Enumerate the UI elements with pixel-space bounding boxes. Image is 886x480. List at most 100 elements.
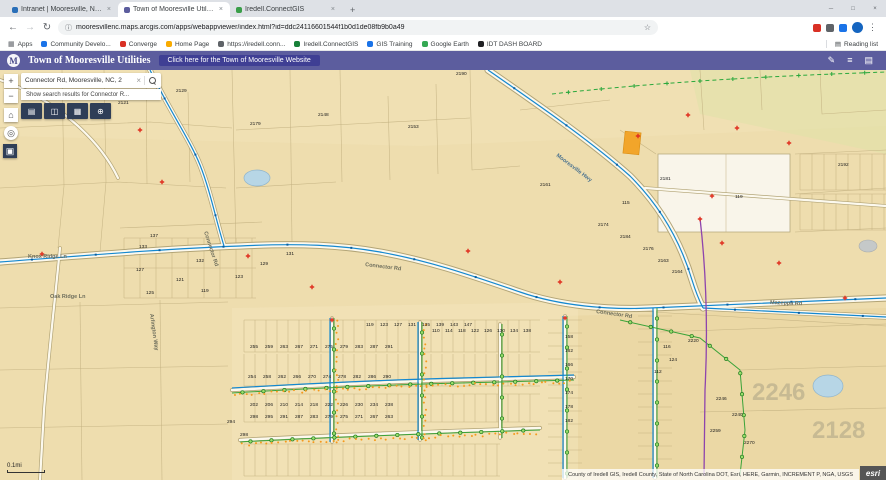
tab-close-icon[interactable]: × [218,6,224,13]
reading-list-icon: ▤ [835,40,841,48]
bookmark-item[interactable]: GIS Training [367,41,412,48]
parcel-number: 115 [622,200,630,206]
bookmark-label: Community Develo... [50,41,110,48]
measure-icon[interactable]: ≡ [847,55,852,66]
profile-avatar[interactable] [852,22,863,33]
bookmark-item[interactable]: Converge [120,41,157,48]
parcel-number: 124 [669,357,677,363]
layer-list-widget-button[interactable]: ◫ [44,103,65,119]
pdf-extension-icon[interactable] [813,24,821,32]
bookmark-label: Converge [129,41,157,48]
map-search-box[interactable]: Connector Rd, Mooresville, NC, 2 × [21,73,161,88]
forward-button[interactable]: → [24,22,36,33]
scale-bar: 0.1mi [7,463,45,473]
bookmark-item[interactable]: IDT DASH BOARD [478,41,542,48]
window-minimize-button[interactable]: ─ [820,0,842,17]
bookmark-favicon [41,41,47,47]
parcel-number: 254 [248,374,256,380]
parcel-number: 2164 [672,269,683,275]
bookmark-label: GIS Training [376,41,412,48]
parcel-number: 2184 [620,234,631,240]
parcel-number: 226 [340,402,348,408]
bookmark-apps[interactable]: ▦Apps [8,40,32,48]
parcel-number: 162 [565,348,573,354]
parcel-number: 291 [385,344,393,350]
parcel-number: 267 [370,414,378,420]
basemap-gallery-widget-button[interactable]: ▦ [67,103,88,119]
browser-tab-intranet[interactable]: Intranet | Mooresville, NC - Offi... × [6,2,118,17]
parcel-number: 279 [325,414,333,420]
parcel-number: 271 [310,344,318,350]
search-input[interactable]: Connector Rd, Mooresville, NC, 2 [21,77,133,84]
parcel-number: 114 [445,328,453,334]
bookmark-favicon [367,41,373,47]
home-extent-button[interactable]: ⌂ [4,108,18,122]
measurement-widget-button[interactable]: ⊕ [90,103,111,119]
scale-label: 0.1mi [7,463,45,469]
new-tab-button[interactable]: + [342,2,363,17]
parcel-number: 125 [146,290,154,296]
bookmark-item[interactable]: Community Develo... [41,41,110,48]
bookmark-item[interactable]: Google Earth [422,41,469,48]
gray-pond [859,240,877,252]
refresh-button[interactable]: ↻ [41,22,53,33]
parcel-number: 2259 [710,428,721,434]
puzzle-extension-icon[interactable] [826,24,834,32]
browser-tab-connectgis[interactable]: Iredell.ConnectGIS × [230,2,342,17]
parcel-number: 2176 [643,246,654,252]
browser-tab-utilities[interactable]: Town of Mooresville Utilities × [118,2,230,17]
tab-close-icon[interactable]: × [106,6,112,13]
extra-tool-button[interactable]: ▣ [3,144,17,158]
edit-icon[interactable]: ✎ [828,55,836,66]
bookmarks-bar: ▦Apps Community Develo... Converge Home … [0,38,886,51]
bookmark-favicon [294,41,300,47]
window-close-button[interactable]: × [864,0,886,17]
map-viewport[interactable]: Connector RdConnector RdConnector RdMoor… [0,70,886,480]
map-canvas[interactable]: Connector RdConnector RdConnector RdMoor… [0,70,886,480]
window-maximize-button[interactable]: □ [842,0,864,17]
parcel-number: 258 [263,374,271,380]
back-button[interactable]: ← [7,22,19,33]
legend-widget-button[interactable]: ▤ [21,103,42,119]
parcel-number: 2220 [688,338,699,344]
parcel-number: 266 [293,374,301,380]
parcel-number: 2246 [716,396,727,402]
parcel-number: 2192 [838,162,849,168]
town-website-link[interactable]: Click here for the Town of Mooresville W… [159,55,320,66]
browser-menu-icon[interactable]: ⋮ [868,22,877,33]
search-submit-button[interactable] [145,73,161,88]
search-clear-icon[interactable]: × [133,76,144,85]
my-location-button[interactable]: ◎ [4,126,18,140]
parcel-number: 218 [310,402,318,408]
tab-close-icon[interactable]: × [330,6,336,13]
map-widget-toolbar: ▤ ◫ ▦ ⊕ [21,103,111,119]
blue-extension-icon[interactable] [839,24,847,32]
bookmark-item[interactable]: Iredell.ConnectGIS [294,41,358,48]
parcel-number: 262 [278,374,286,380]
app-header: M Town of Mooresville Utilities Click he… [0,51,886,70]
bookmark-item[interactable]: Home Page [166,41,209,48]
zoom-in-button[interactable]: + [4,74,18,88]
reading-list-button[interactable]: ▤Reading list [826,40,878,48]
parcel-number: 174 [565,390,573,396]
bookmark-star-icon[interactable]: ☆ [644,23,651,32]
parcel-number: 129 [260,261,268,267]
street-label: Connector Rd [365,262,402,272]
street-label: Knox Ridge Ln [28,254,67,260]
parcel-number: 131 [408,322,416,328]
search-suggestion[interactable]: Show search results for Connector R... [21,89,161,100]
bookmark-label: Google Earth [431,41,469,48]
bookmark-item[interactable]: https://iredell.conn... [218,41,285,48]
parcel-number: 119 [366,322,374,328]
street-label: Arlington Way [148,313,159,351]
tab-title: Iredell.ConnectGIS [245,6,327,13]
zoom-out-button[interactable]: − [4,89,18,103]
parcel-number: 283 [355,344,363,350]
layers-icon[interactable]: ▤ [864,55,873,66]
bookmark-label: Home Page [175,41,209,48]
site-info-icon[interactable]: ⓘ [65,23,72,33]
pond [813,375,843,397]
address-bar[interactable]: ⓘ mooresvillenc.maps.arcgis.com/apps/web… [58,20,658,35]
search-icon [149,77,157,85]
parcel-number: 178 [565,404,573,410]
